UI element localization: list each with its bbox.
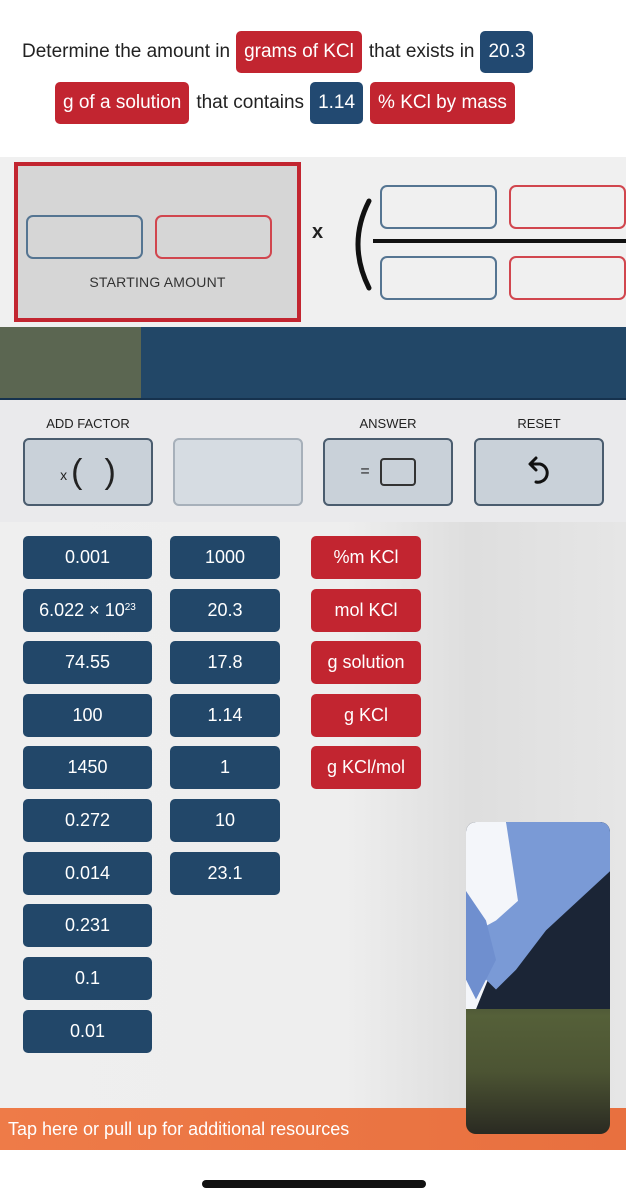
question-text: Determine the amount in	[22, 41, 231, 62]
unit-tile[interactable]: g solution	[311, 641, 421, 684]
open-paren-icon	[355, 198, 372, 291]
resources-label: Tap here or pull up for additional resou…	[8, 1118, 350, 1139]
number-tile[interactable]: 17.8	[170, 641, 280, 684]
add-factor-label: ADD FACTOR	[46, 416, 130, 431]
unit-tile[interactable]: mol KCl	[311, 589, 421, 632]
number-tile[interactable]: 0.001	[23, 536, 152, 579]
answer-label: ANSWER	[359, 416, 417, 431]
number-tile[interactable]: 100	[23, 694, 152, 737]
factor-denominator-value-slot[interactable]	[380, 256, 497, 300]
number-tile[interactable]: 1450	[23, 746, 152, 789]
reset-icon	[528, 456, 549, 484]
question-line-2: g of a solution that contains 1.14 % KCl…	[55, 81, 522, 125]
factor-denominator-unit-slot[interactable]	[509, 256, 626, 300]
question-text: that exists in	[368, 41, 475, 62]
value-chip-20-3: 20.3	[480, 31, 534, 73]
progress-bar	[0, 327, 626, 400]
number-tile[interactable]: 1.14	[170, 694, 280, 737]
add-factor-icon: x ( )	[60, 453, 116, 492]
equation-area: STARTING AMOUNT x	[0, 157, 626, 327]
factor-numerator-unit-slot[interactable]	[509, 185, 626, 229]
value-chip-1-14: 1.14	[310, 82, 364, 124]
unit-chip-percent-kcl: % KCl by mass	[370, 82, 515, 124]
number-tile[interactable]: 1000	[170, 536, 280, 579]
number-tile[interactable]: 10	[170, 799, 280, 842]
starting-unit-slot[interactable]	[155, 215, 272, 259]
unit-tile[interactable]: g KCl/mol	[311, 746, 421, 789]
reset-button[interactable]	[474, 438, 604, 506]
reset-label: RESET	[517, 416, 561, 431]
camera-preview[interactable]	[466, 822, 610, 1134]
number-tile[interactable]: 0.014	[23, 852, 152, 895]
number-tile[interactable]: 23.1	[170, 852, 280, 895]
number-tile[interactable]: 0.01	[23, 1010, 152, 1053]
unit-tile[interactable]: g KCl	[311, 694, 421, 737]
starting-amount-label: STARTING AMOUNT	[89, 274, 226, 290]
progress-segment	[0, 327, 141, 398]
question-text: that contains	[196, 92, 305, 113]
factor-numerator-value-slot[interactable]	[380, 185, 497, 229]
answer-icon: =	[360, 458, 416, 486]
home-indicator	[202, 1180, 426, 1188]
close-paren-glyph: )	[104, 452, 116, 491]
camera-image	[466, 822, 610, 1010]
toolbar: ADD FACTOR x ( ) ANSWER = RESET	[0, 400, 626, 522]
number-tile[interactable]: 74.55	[23, 641, 152, 684]
number-tile[interactable]: 0.272	[23, 799, 152, 842]
unit-chip-grams-kcl: grams of KCl	[236, 31, 362, 73]
unit-chip-g-solution: g of a solution	[55, 82, 190, 124]
number-tile[interactable]: 1	[170, 746, 280, 789]
number-tile[interactable]: 20.3	[170, 589, 280, 632]
number-tile[interactable]: 0.1	[23, 957, 152, 1000]
starting-value-slot[interactable]	[26, 215, 143, 259]
add-factor-button[interactable]: x ( )	[23, 438, 153, 506]
empty-tool-slot	[173, 438, 303, 506]
unit-tile[interactable]: %m KCl	[311, 536, 421, 579]
multiply-glyph: x	[60, 467, 68, 483]
question-line-1: Determine the amount in grams of KCl tha…	[22, 30, 540, 74]
equals-glyph: =	[360, 463, 370, 480]
number-tile[interactable]: 0.231	[23, 904, 152, 947]
multiply-symbol: x	[312, 221, 324, 243]
number-tile-avogadro[interactable]: 6.022 × 10 23	[23, 589, 152, 632]
open-paren-glyph: (	[71, 452, 83, 491]
answer-button[interactable]: =	[323, 438, 453, 506]
fraction-line	[373, 239, 626, 243]
starting-amount-box[interactable]: STARTING AMOUNT	[14, 162, 301, 322]
